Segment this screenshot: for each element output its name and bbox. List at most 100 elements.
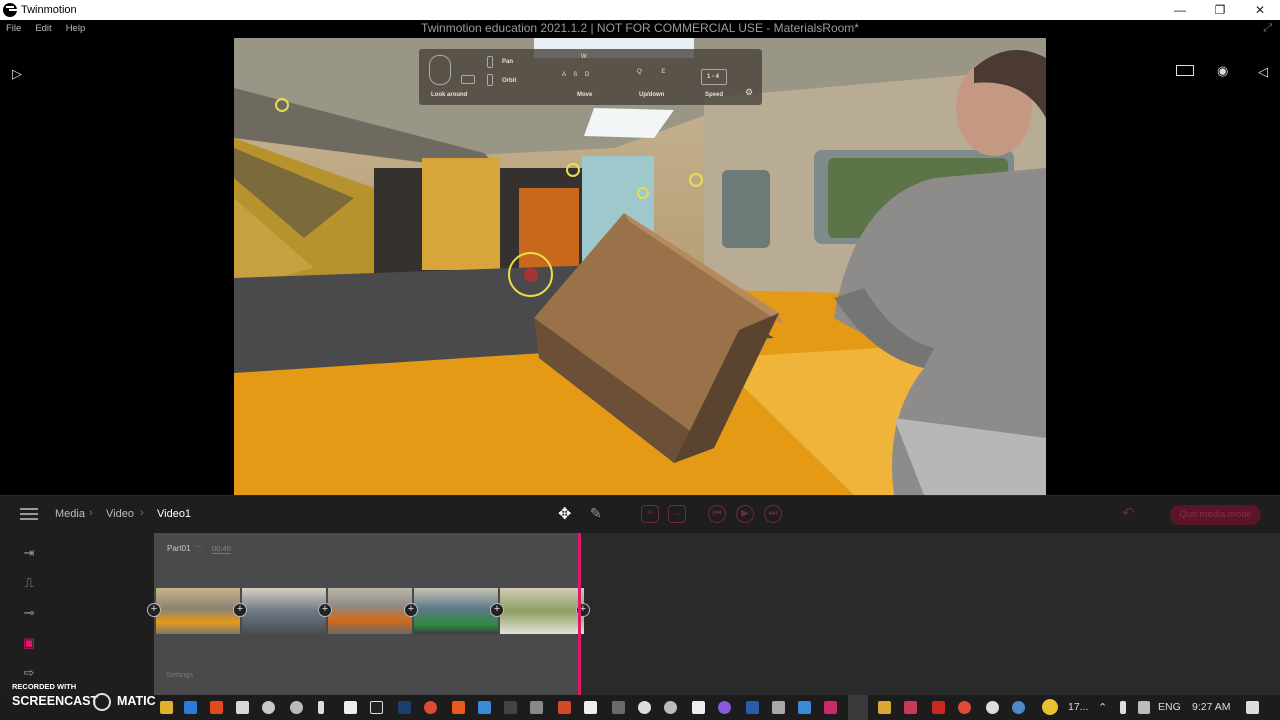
fullscreen-icon[interactable]: ⤢ [1263,22,1272,35]
minimize-button[interactable]: — [1160,0,1200,20]
clock[interactable]: 9:27 AM [1192,701,1231,713]
app-icon[interactable] [878,701,891,714]
right-viewport-margin: ◉ ◁ [1046,37,1280,495]
app-icon[interactable] [798,701,811,714]
chrome-icon[interactable] [424,701,437,714]
more-options-icon[interactable]: ··· [195,542,203,551]
epic-icon[interactable] [262,701,275,714]
eye-icon[interactable]: ◉ [1217,63,1228,79]
media-toolbar: Media › Video › Video1 ✥ ✎ + ↔ ⏮ ▶ ⏭ ↶ Q… [0,495,1280,533]
app-icon[interactable] [746,701,759,714]
app-icon[interactable] [664,701,677,714]
menu-bar: File Edit Help [0,20,1280,37]
volume-icon[interactable] [1138,701,1150,714]
settings-icon[interactable] [986,701,999,714]
app-icon[interactable] [370,701,383,714]
add-keyframe-node-icon[interactable]: + [147,603,161,617]
keyframe-thumbnail[interactable] [500,588,584,634]
menu-help[interactable]: Help [66,23,86,34]
close-button[interactable]: ✕ [1240,0,1280,20]
keyframe-thumbnail[interactable] [328,588,412,634]
app-icon[interactable] [1012,701,1025,714]
aspect-ratio-icon[interactable] [1176,65,1194,76]
app-icon[interactable] [530,701,543,714]
microphone-icon[interactable] [1120,701,1126,714]
mouse-small-icon [487,74,493,86]
3d-viewport[interactable]: Look around Pan Orbit W A S D Move Q E U… [234,38,1046,495]
chrome-icon[interactable] [958,701,971,714]
slider-icon[interactable]: ⊸ [18,606,40,620]
file-explorer-icon[interactable] [160,701,173,714]
quit-media-mode-button[interactable]: Quit media mode [1170,505,1261,525]
collapse-panel-icon[interactable]: ◁ [1258,64,1268,80]
app-icon[interactable] [718,701,731,714]
move-tool-icon[interactable]: ✥ [558,504,571,524]
add-keyframe-node-icon[interactable]: + [404,603,418,617]
acrobat-icon[interactable] [932,701,945,714]
mouse-cursor-highlight [508,252,553,297]
app-icon[interactable] [612,701,625,714]
menu-file[interactable]: File [6,23,21,34]
mail-icon[interactable] [184,701,197,714]
part-duration[interactable]: 00:40 [212,544,231,554]
eyedropper-icon[interactable]: ✎ [590,505,602,522]
zoom-icon[interactable] [290,701,303,714]
curve-icon[interactable]: ⎍ [18,576,40,590]
breadcrumb-video[interactable]: Video [106,508,134,520]
add-keyframe-icon[interactable]: + [641,505,659,523]
language-indicator[interactable]: ENG [1158,701,1181,713]
scene-render [234,38,1046,495]
app-icon[interactable] [558,701,571,714]
breadcrumb-separator-icon: › [89,507,93,519]
brave-icon[interactable] [452,701,465,714]
breadcrumb-media[interactable]: Media [55,508,85,520]
weather-temp[interactable]: 17... [1068,701,1088,713]
playhead[interactable] [578,533,581,695]
twinmotion-taskbar-icon[interactable] [848,695,868,720]
app-icon[interactable] [772,701,785,714]
expand-panel-icon[interactable]: ▷ [12,66,22,82]
video-icon[interactable]: ▣ [18,636,40,650]
app-icon[interactable] [584,701,597,714]
add-keyframe-node-icon[interactable]: + [233,603,247,617]
app-icon[interactable] [318,701,324,714]
photoshop-icon[interactable] [398,701,411,714]
app-icon[interactable] [504,701,517,714]
keyframe-thumbnail[interactable] [414,588,498,634]
import-icon[interactable]: ⇥ [18,546,40,560]
app-icon[interactable] [638,701,651,714]
notepad-icon[interactable] [344,701,357,714]
keyframe-thumbnail[interactable] [242,588,326,634]
mouse-small-icon [487,56,493,68]
hamburger-menu-icon[interactable] [20,508,38,520]
next-keyframe-icon[interactable]: ⏭ [764,505,782,523]
maximize-button[interactable]: ❐ [1200,0,1240,20]
office-icon[interactable] [210,701,223,714]
app-icon[interactable] [478,701,491,714]
app-icon[interactable] [824,701,837,714]
notifications-icon[interactable] [1246,701,1259,714]
add-keyframe-node-icon[interactable]: + [318,603,332,617]
tray-chevron-icon[interactable]: ⌃ [1098,701,1107,714]
play-icon[interactable]: ▶ [736,505,754,523]
twinmotion-logo-icon [3,3,17,17]
previous-keyframe-icon[interactable]: ⏮ [708,505,726,523]
app-icon[interactable] [904,701,917,714]
video-timeline: Part01 ··· 00:40 + + + + + + Settings [147,533,1280,695]
menu-edit[interactable]: Edit [35,23,51,34]
app-icon[interactable] [692,701,705,714]
speed-label: Speed [705,92,724,98]
watermark-line1: RECORDED WITH [12,682,77,691]
add-keyframe-node-icon[interactable]: + [490,603,504,617]
undo-icon[interactable]: ↶ [1122,504,1135,522]
settings-gear-icon[interactable]: ⚙ [745,87,753,98]
replace-keyframe-icon[interactable]: ↔ [668,505,686,523]
store-icon[interactable] [236,701,249,714]
keyframe-thumbnail[interactable] [156,588,240,634]
timeline-part[interactable]: Part01 ··· 00:40 + + + + + + Settings [147,533,590,695]
breadcrumb-video1[interactable]: Video1 [157,508,191,520]
window-controls: — ❐ ✕ [1160,0,1280,20]
media-side-panel: ⇥ ⎍ ⊸ ▣ ⇨ [0,533,154,695]
weather-icon[interactable] [1042,699,1058,715]
settings-label[interactable]: Settings [166,670,193,679]
